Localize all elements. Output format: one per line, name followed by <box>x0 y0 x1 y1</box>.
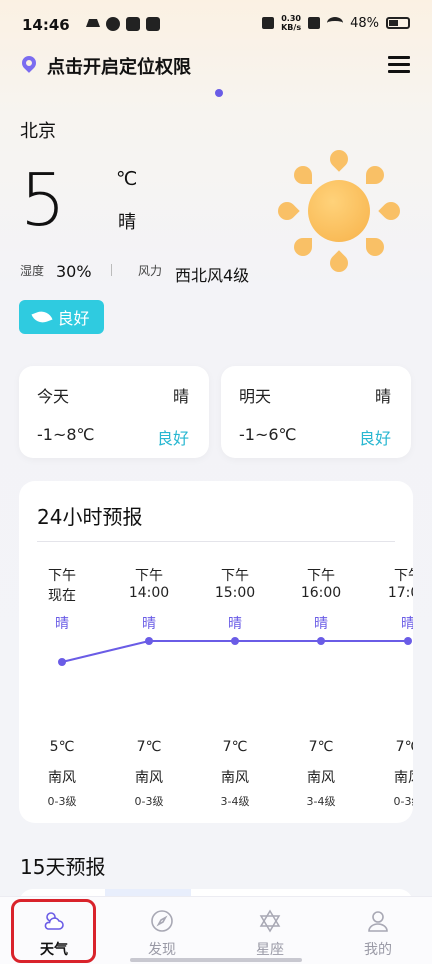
temp-point <box>404 637 412 645</box>
temp-point <box>317 637 325 645</box>
hour-time: 14:00 <box>128 585 170 601</box>
tomorrow-card[interactable]: 明天 晴 -1~6℃ 良好 <box>221 366 411 458</box>
hour-wind-level: 3-4级 <box>220 795 250 808</box>
day-condition: 晴 <box>172 387 189 406</box>
nav-mine[interactable]: 我的 <box>324 897 432 964</box>
battery-icon <box>386 17 410 29</box>
wifi-icon <box>327 17 344 29</box>
hour-temp: 7℃ <box>395 739 413 755</box>
nav-label: 星座 <box>256 942 284 958</box>
status-notification-icons <box>86 17 160 31</box>
sun-icon <box>274 146 404 276</box>
star-of-david-icon <box>259 909 281 933</box>
play-notification-icon <box>146 17 160 31</box>
wind-value: 西北风4级 <box>175 266 250 285</box>
location-pin-icon[interactable] <box>19 53 39 73</box>
hamburger-menu-icon[interactable] <box>388 56 410 74</box>
hour-detail: 7℃ 南风 0-3级 <box>378 739 413 809</box>
nav-label: 我的 <box>364 942 392 958</box>
hour-wind: 南风 <box>135 770 163 786</box>
hour-period: 下午 <box>135 568 163 584</box>
hour-temp: 5℃ <box>49 739 75 755</box>
page-indicator-dot <box>215 89 223 97</box>
day-condition: 晴 <box>374 387 391 406</box>
hour-time: 16:00 <box>300 585 342 601</box>
current-temperature: 5 <box>20 158 66 242</box>
day-air-quality: 良好 <box>358 429 391 448</box>
hour-detail: 7℃ 南风 0-3级 <box>119 739 179 809</box>
temp-point <box>58 658 66 666</box>
leaf-icon <box>31 308 53 326</box>
compass-icon <box>151 910 173 932</box>
meta-divider <box>111 264 112 276</box>
hour-wind-level: 0-3级 <box>393 795 413 808</box>
humidity-label: 湿度 <box>20 264 45 278</box>
wind-label: 风力 <box>138 264 163 278</box>
hour-detail: 5℃ 南风 0-3级 <box>32 739 92 809</box>
hour-time: 15:00 <box>214 585 256 601</box>
nav-label: 发现 <box>148 942 176 958</box>
status-system-icons: 0.30 KB/s 48% <box>262 14 410 32</box>
active-tab-highlight <box>11 899 96 963</box>
home-indicator[interactable] <box>130 958 302 962</box>
hourly-forecast-card[interactable]: 24小时预报 下午 现在 晴 下午 14:00 晴 下午 15:00 晴 下午 … <box>19 481 413 823</box>
hour-period: 下午 <box>394 568 413 584</box>
hour-time: 17:00 <box>387 585 413 601</box>
hour-detail: 7℃ 南风 3-4级 <box>291 739 351 809</box>
nav-horoscope[interactable]: 星座 <box>216 897 324 964</box>
temperature-unit: ℃ <box>116 168 138 190</box>
day-name: 明天 <box>239 387 272 406</box>
air-quality-text: 良好 <box>57 309 90 328</box>
hour-wind: 南风 <box>394 770 413 786</box>
fifteen-day-title: 15天预报 <box>20 855 106 879</box>
air-quality-badge[interactable]: 良好 <box>19 300 104 334</box>
day-air-quality: 良好 <box>156 429 189 448</box>
current-condition: 晴 <box>118 212 136 233</box>
network-speed-value: 0.30 <box>281 14 301 23</box>
nav-discover[interactable]: 发现 <box>108 897 216 964</box>
hour-period: 下午 <box>307 568 335 584</box>
temp-point <box>231 637 239 645</box>
hour-temp: 7℃ <box>222 739 248 755</box>
day-temp-range: -1~6℃ <box>239 425 297 444</box>
hourly-temp-line <box>58 637 412 666</box>
hour-wind-level: 0-3级 <box>134 795 164 808</box>
app-notification-icon <box>106 17 120 31</box>
hour-detail: 7℃ 南风 3-4级 <box>205 739 265 809</box>
status-time: 14:46 <box>22 16 70 34</box>
network-speed: 0.30 KB/s <box>281 14 301 32</box>
hour-temp: 7℃ <box>136 739 162 755</box>
hour-period: 下午 <box>221 568 249 584</box>
today-card[interactable]: 今天 晴 -1~8℃ 良好 <box>19 366 209 458</box>
hour-time: 现在 <box>48 588 76 604</box>
hourly-divider <box>37 541 395 542</box>
battery-percent: 48% <box>350 15 379 31</box>
hour-wind: 南风 <box>307 770 335 786</box>
hour-temp: 7℃ <box>308 739 334 755</box>
status-bar: 14:46 0.30 KB/s 48% <box>0 0 432 50</box>
hour-wind-level: 0-3级 <box>47 795 77 808</box>
crown-icon <box>86 17 100 27</box>
humidity-value: 30% <box>56 262 92 281</box>
user-icon <box>368 911 388 932</box>
location-permission-prompt[interactable]: 点击开启定位权限 <box>47 53 191 79</box>
sim-icon <box>308 17 321 29</box>
day-temp-range: -1~8℃ <box>37 425 95 444</box>
vibrate-icon <box>262 17 275 29</box>
hour-wind: 南风 <box>48 770 76 786</box>
hour-wind: 南风 <box>221 770 249 786</box>
hour-wind-level: 3-4级 <box>306 795 336 808</box>
app-notification-icon <box>126 17 140 31</box>
hour-period: 下午 <box>48 568 76 584</box>
day-name: 今天 <box>37 387 70 406</box>
city-name: 北京 <box>20 121 56 142</box>
temp-point <box>145 637 153 645</box>
hourly-title: 24小时预报 <box>37 505 143 529</box>
network-speed-unit: KB/s <box>281 23 302 32</box>
